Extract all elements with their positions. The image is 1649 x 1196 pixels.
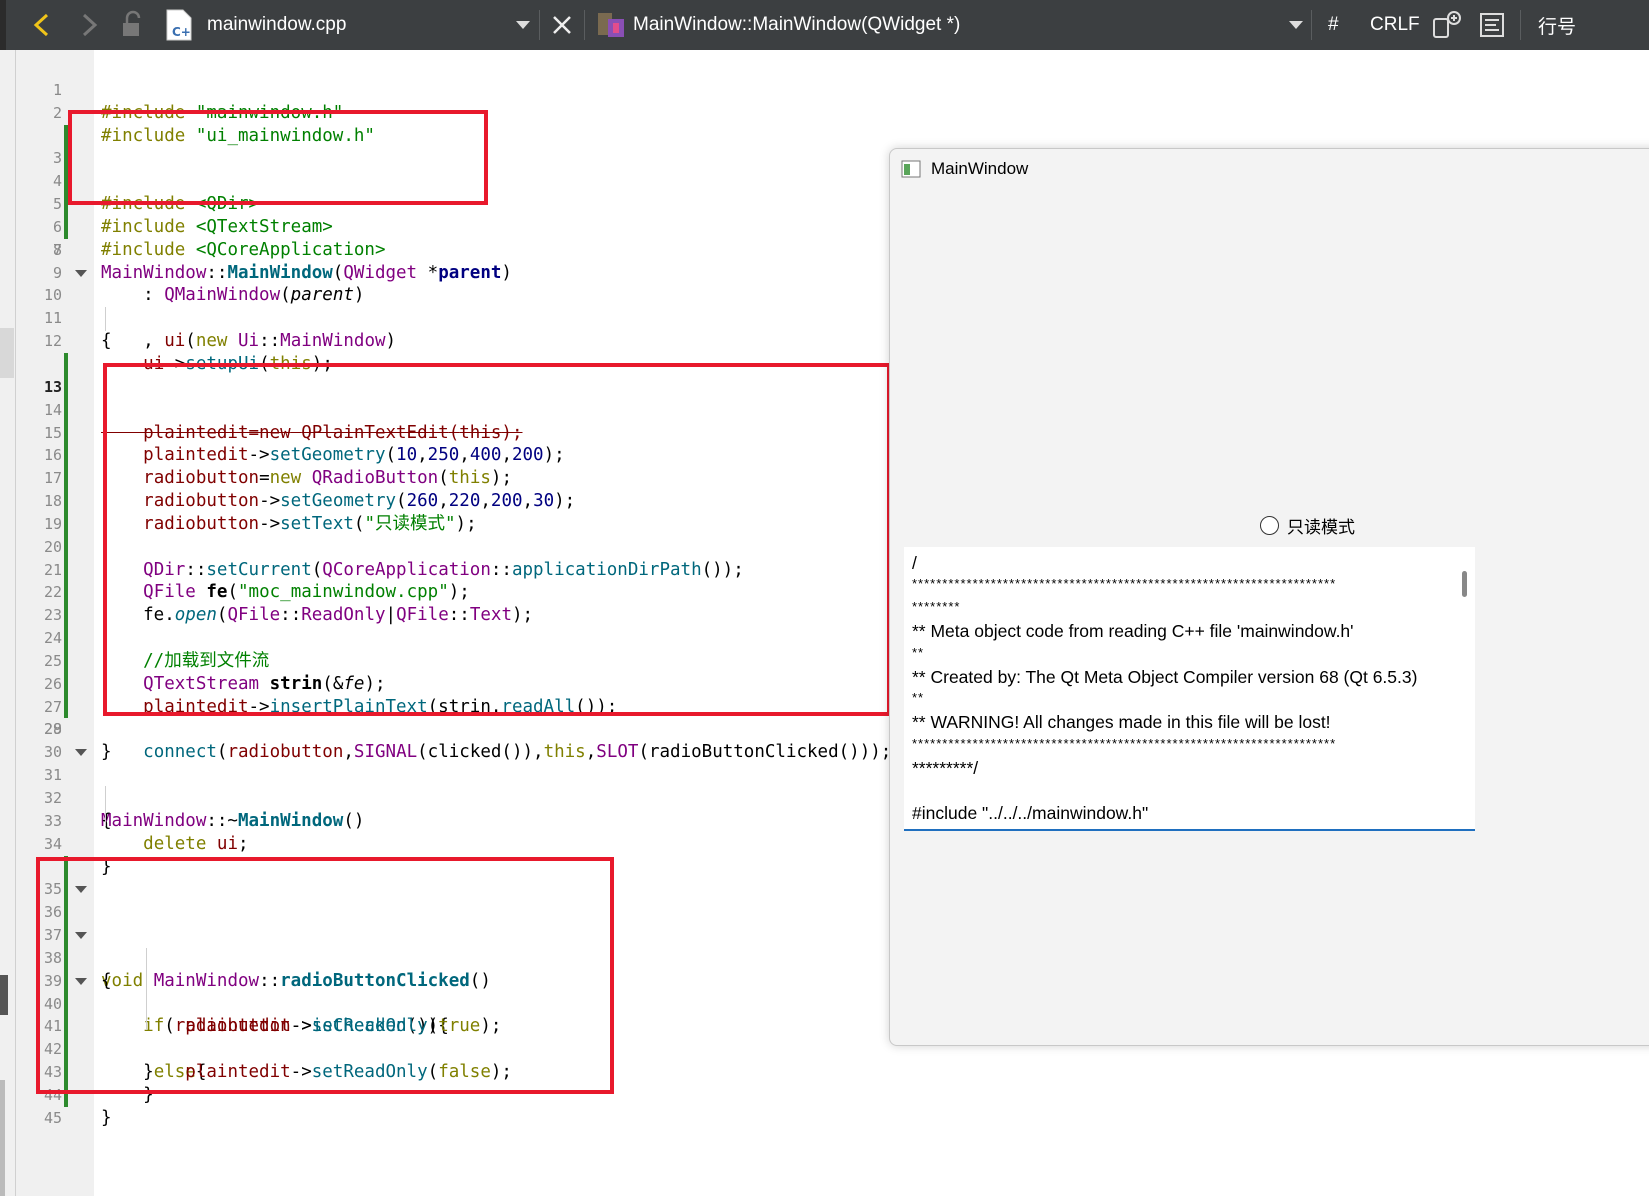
code-line: 32 { bbox=[0, 764, 890, 831]
cpp-file-icon: C+ bbox=[163, 0, 195, 50]
code-line: 33 delete ui; bbox=[0, 787, 890, 854]
code-line: 6 #include <QCoreApplication> bbox=[0, 170, 890, 260]
code-line: 20 QDir::setCurrent(QCoreApplication::ap… bbox=[0, 490, 890, 580]
code-line: 21 QFile fe("moc_mainwindow.cpp"); bbox=[0, 513, 890, 602]
code-line: 36 bbox=[0, 856, 890, 921]
function-selector[interactable]: MainWindow::MainWindow(QWidget *) bbox=[633, 0, 960, 50]
indent-guide bbox=[146, 948, 147, 1030]
code-line: 22 fe.open(QFile::ReadOnly|QFile::Text); bbox=[0, 536, 890, 625]
code-line: 3 bbox=[0, 102, 890, 167]
text-line: #include "../../../mainwindow.h" bbox=[912, 803, 1149, 823]
code-text: } bbox=[101, 1084, 154, 1105]
text-line: ** Created by: The Qt Meta Object Compil… bbox=[912, 667, 1418, 687]
fold-arrow-icon[interactable] bbox=[75, 977, 87, 985]
code-editor[interactable]: 1 #include "mainwindow.h" 2 #include "ui… bbox=[0, 56, 891, 1128]
code-line: 38 { bbox=[0, 901, 890, 991]
text-line: ****************************************… bbox=[912, 736, 1337, 751]
code-line: 18 radiobutton->setText("只读模式"); bbox=[0, 444, 890, 534]
code-line: 35 bbox=[0, 833, 890, 898]
code-line: 5 #include <QTextStream> bbox=[0, 147, 890, 237]
code-line: 15 plaintedit->setGeometry(10,250,400,20… bbox=[0, 376, 890, 465]
change-marker bbox=[64, 1083, 68, 1107]
code-text: } bbox=[101, 1107, 112, 1128]
window-app-icon bbox=[901, 160, 921, 183]
code-line: 40 plaintedit->setReadOnly(true); bbox=[0, 947, 890, 1036]
code-line: 9 : QMainWindow(parent) bbox=[0, 239, 890, 306]
code-line: 30 bbox=[0, 718, 890, 761]
code-line: 10 , ui(new Ui::MainWindow) bbox=[0, 262, 890, 351]
indent-guide bbox=[105, 307, 106, 331]
code-line: 17 radiobutton->setGeometry(260,220,200,… bbox=[0, 422, 890, 511]
editor-toolbar: C+ mainwindow.cpp MainWindow::MainWindow… bbox=[0, 0, 1649, 50]
back-arrow-icon[interactable] bbox=[28, 0, 58, 50]
app-window-title: MainWindow bbox=[931, 159, 1029, 178]
code-line: 37 void MainWindow::radioButtonClicked() bbox=[0, 878, 890, 991]
lock-icon[interactable] bbox=[117, 0, 147, 50]
text-line: *********/ bbox=[912, 758, 979, 778]
code-line: 41 }else{ bbox=[0, 970, 890, 1082]
class-member-icon bbox=[596, 0, 628, 50]
split-icon[interactable] bbox=[1431, 0, 1463, 50]
plain-text-edit[interactable]: / **************************************… bbox=[904, 547, 1475, 831]
code-line: 26 plaintedit->insertPlainText(strin.rea… bbox=[0, 627, 890, 717]
code-line: 31 MainWindow::~MainWindow() bbox=[0, 741, 890, 831]
code-line: 1 #include "mainwindow.h" bbox=[0, 56, 890, 123]
code-line: 11 { bbox=[0, 284, 890, 351]
text-line: ** bbox=[912, 645, 925, 660]
text-line: ** Meta object code from reading C++ fil… bbox=[912, 621, 1354, 641]
code-line: 2 #include "ui_mainwindow.h" bbox=[0, 79, 890, 146]
code-line: 12 ui->setupUi(this); bbox=[0, 307, 890, 374]
text-line: ******** bbox=[912, 599, 961, 614]
code-line: 45 bbox=[0, 1061, 890, 1127]
code-line: 19 bbox=[0, 467, 890, 533]
fold-arrow-icon[interactable] bbox=[75, 749, 87, 757]
text-line: ** bbox=[912, 690, 925, 705]
code-line: 29 } bbox=[0, 696, 890, 762]
code-line: 43 } bbox=[0, 1015, 890, 1105]
readonly-radio-button[interactable]: 只读模式 bbox=[1260, 513, 1355, 538]
text-line: ** WARNING! All changes made in this fil… bbox=[912, 712, 1331, 732]
app-title-bar: MainWindow bbox=[890, 149, 1649, 189]
code-line: 28 connect(radiobutton,SIGNAL(clicked())… bbox=[0, 673, 891, 762]
radio-label: 只读模式 bbox=[1287, 518, 1355, 537]
file-name[interactable]: mainwindow.cpp bbox=[207, 0, 346, 50]
toolbar-edge bbox=[0, 0, 6, 50]
text-line: ****************************************… bbox=[912, 576, 1337, 591]
outline-icon[interactable] bbox=[1478, 0, 1506, 50]
code-line: 23 bbox=[0, 559, 890, 624]
vertical-scrollbar[interactable] bbox=[1462, 571, 1467, 597]
code-line: 27 bbox=[0, 650, 890, 716]
fold-arrow-icon[interactable] bbox=[75, 269, 87, 277]
code-line: 7 bbox=[0, 193, 890, 259]
fold-arrow-icon[interactable] bbox=[75, 932, 87, 940]
code-line: 4 #include <QDir> bbox=[0, 125, 890, 214]
fold-arrow-icon[interactable] bbox=[75, 886, 87, 894]
code-line: 34 } bbox=[0, 810, 890, 877]
indent-guide bbox=[105, 786, 106, 826]
code-line: 44 } bbox=[0, 1038, 890, 1128]
radio-circle-icon[interactable] bbox=[1260, 516, 1279, 535]
app-window: MainWindow 只读模式 / **********************… bbox=[889, 148, 1649, 1046]
hash-symbol[interactable]: # bbox=[1328, 0, 1339, 50]
code-line: 8 MainWindow::MainWindow(QWidget *parent… bbox=[0, 216, 890, 283]
right-toolbar-label[interactable]: 行号 bbox=[1538, 0, 1576, 50]
close-icon[interactable] bbox=[550, 0, 574, 50]
forward-arrow-icon[interactable] bbox=[74, 0, 104, 50]
line-number: 45 bbox=[43, 1108, 62, 1127]
function-dropdown-chevron-icon[interactable] bbox=[1287, 0, 1305, 50]
code-line: 42 plaintedit->setReadOnly(false); bbox=[0, 993, 890, 1082]
text-line: / bbox=[912, 553, 917, 573]
svg-text:C+: C+ bbox=[172, 25, 191, 39]
code-line: 13 bbox=[0, 330, 890, 396]
code-line: 25 QTextStream strin(&fe); bbox=[0, 604, 890, 694]
code-line: 39 if(radiobutton->isChecked()){ bbox=[0, 924, 890, 1036]
code-line: 16 radiobutton=new QRadioButton(this); bbox=[0, 399, 890, 488]
file-dropdown-chevron-icon[interactable] bbox=[514, 0, 532, 50]
code-line: 24 //加载到文件流 bbox=[0, 581, 890, 671]
code-line: 14 plaintedit=new QPlainTextEdit(this); bbox=[0, 353, 890, 443]
line-ending-selector[interactable]: CRLF bbox=[1370, 0, 1420, 50]
